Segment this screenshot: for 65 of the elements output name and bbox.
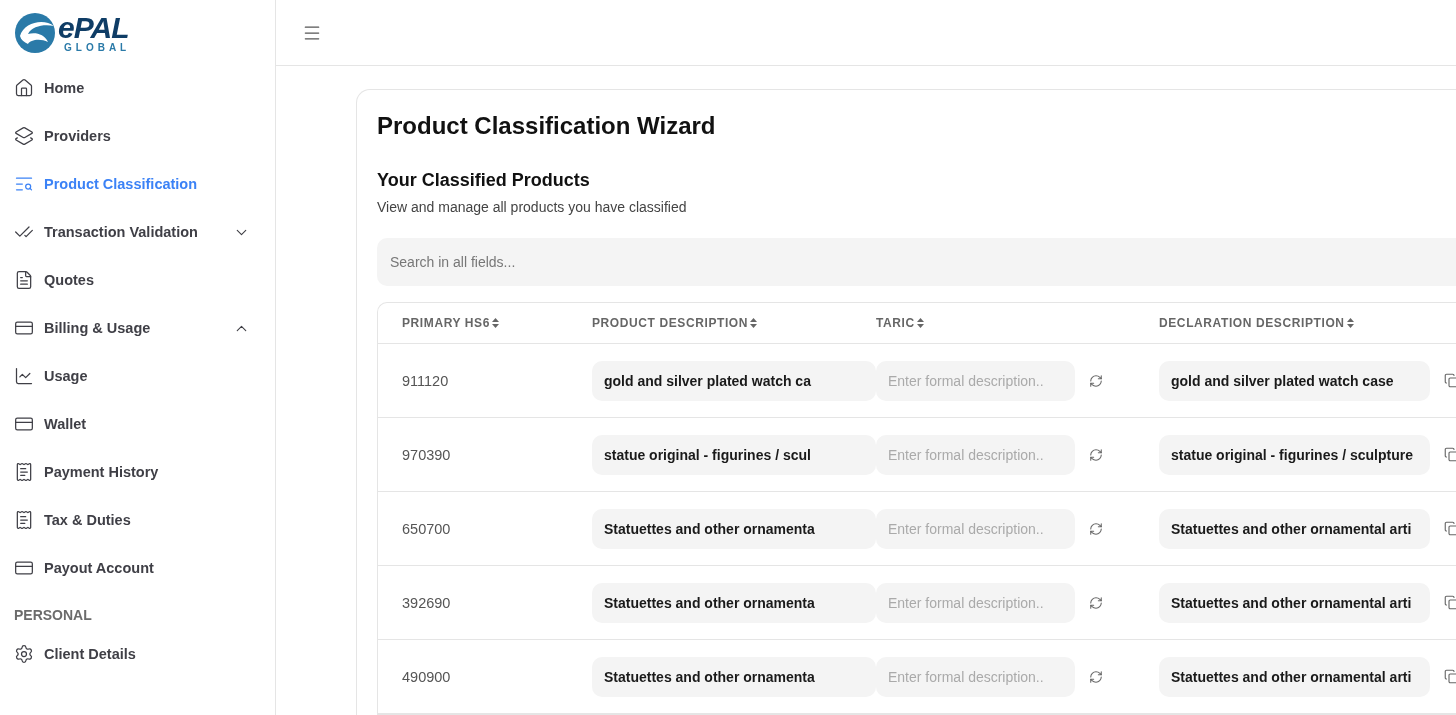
taric-input-field[interactable]: Enter formal description.. [876,582,1075,623]
sort-icon[interactable] [491,318,499,328]
sidebar-item[interactable]: Home [14,64,250,112]
taric-input-field[interactable]: Enter formal description.. [876,360,1075,401]
product-description-field[interactable]: gold and silver plated watch ca [592,360,876,401]
stacked-cards-icon [14,126,34,146]
settings-icon [14,644,34,664]
receipt-icon [14,462,34,482]
sidebar-item[interactable]: Wallet [14,400,250,448]
product-description-field[interactable]: Statuettes and other ornamenta [592,582,876,623]
hs6-code: 650700 [402,520,452,537]
section-title: Your Classified Products [377,170,591,191]
sidebar-item[interactable]: Transaction Validation [14,208,250,256]
column-header[interactable]: PRIMARY HS6 [402,316,490,330]
search-field[interactable]: Search in all fields... [377,238,1456,286]
sidebar-item[interactable]: Usage [14,352,250,400]
section-description: View and manage all products you have classified [377,199,688,215]
hs6-code: 392690 [402,594,452,611]
copy-icon[interactable] [1444,669,1456,684]
product-description-field[interactable]: Statuettes and other ornamenta [592,656,876,697]
taric-input-field[interactable]: Enter formal description.. [876,434,1075,475]
taric-input-field[interactable]: Enter formal description.. [876,508,1075,549]
sidebar-item[interactable]: Quotes [14,256,250,304]
hs6-code: 911120 [402,372,450,389]
refresh-icon[interactable] [1089,595,1103,610]
sidebar-item[interactable]: Billing & Usage [14,304,250,352]
section-heading: PERSONAL [14,606,93,625]
refresh-icon[interactable] [1089,447,1103,462]
receipt-icon [14,510,34,530]
sidebar-item[interactable]: Providers [14,112,250,160]
refresh-icon[interactable] [1089,373,1103,388]
column-header[interactable]: PRODUCT DESCRIPTION [592,316,749,330]
sort-icon[interactable] [916,318,924,328]
logo-tagline: GLOBAL [64,43,131,53]
copy-icon[interactable] [1444,373,1456,388]
sidebar-item[interactable]: Tax & Duties [14,496,250,544]
declaration-description-field[interactable]: gold and silver plated watch case [1159,360,1430,401]
sort-icon[interactable] [750,318,758,328]
line-chart-icon [14,366,34,386]
taric-input-field[interactable]: Enter formal description.. [876,656,1075,697]
product-description-field[interactable]: Statuettes and other ornamenta [592,508,876,549]
logo-swoosh-icon [14,12,56,54]
sidebar-item[interactable]: Client Details [14,630,250,678]
sidebar-item[interactable]: Payment History [14,448,250,496]
hs6-code: 970390 [402,446,452,463]
declaration-description-field[interactable]: Statuettes and other ornamental arti [1159,508,1430,549]
document-icon [14,270,34,290]
copy-icon[interactable] [1444,521,1456,536]
column-header[interactable]: TARIC [876,316,915,330]
home-icon [14,78,34,98]
copy-icon[interactable] [1444,595,1456,610]
declaration-description-field[interactable]: Statuettes and other ornamental arti [1159,582,1430,623]
column-header[interactable]: DECLARATION DESCRIPTION [1159,316,1345,330]
hs6-code: 490900 [402,668,452,685]
sidebar-item[interactable]: Payout Account [14,544,250,592]
refresh-icon[interactable] [1089,669,1103,684]
sidebar-item[interactable]: Product Classification [14,160,250,208]
refresh-icon[interactable] [1089,521,1103,536]
page-title: Product Classification Wizard [377,112,717,140]
sort-icon[interactable] [1346,318,1354,328]
copy-icon[interactable] [1444,447,1456,462]
product-description-field[interactable]: statue original - figurines / scul [592,434,876,475]
declaration-description-field[interactable]: statue original - figurines / sculpture [1159,434,1430,475]
logo-wordmark: ePAL [58,13,130,43]
declaration-description-field[interactable]: Statuettes and other ornamental arti [1159,656,1430,697]
